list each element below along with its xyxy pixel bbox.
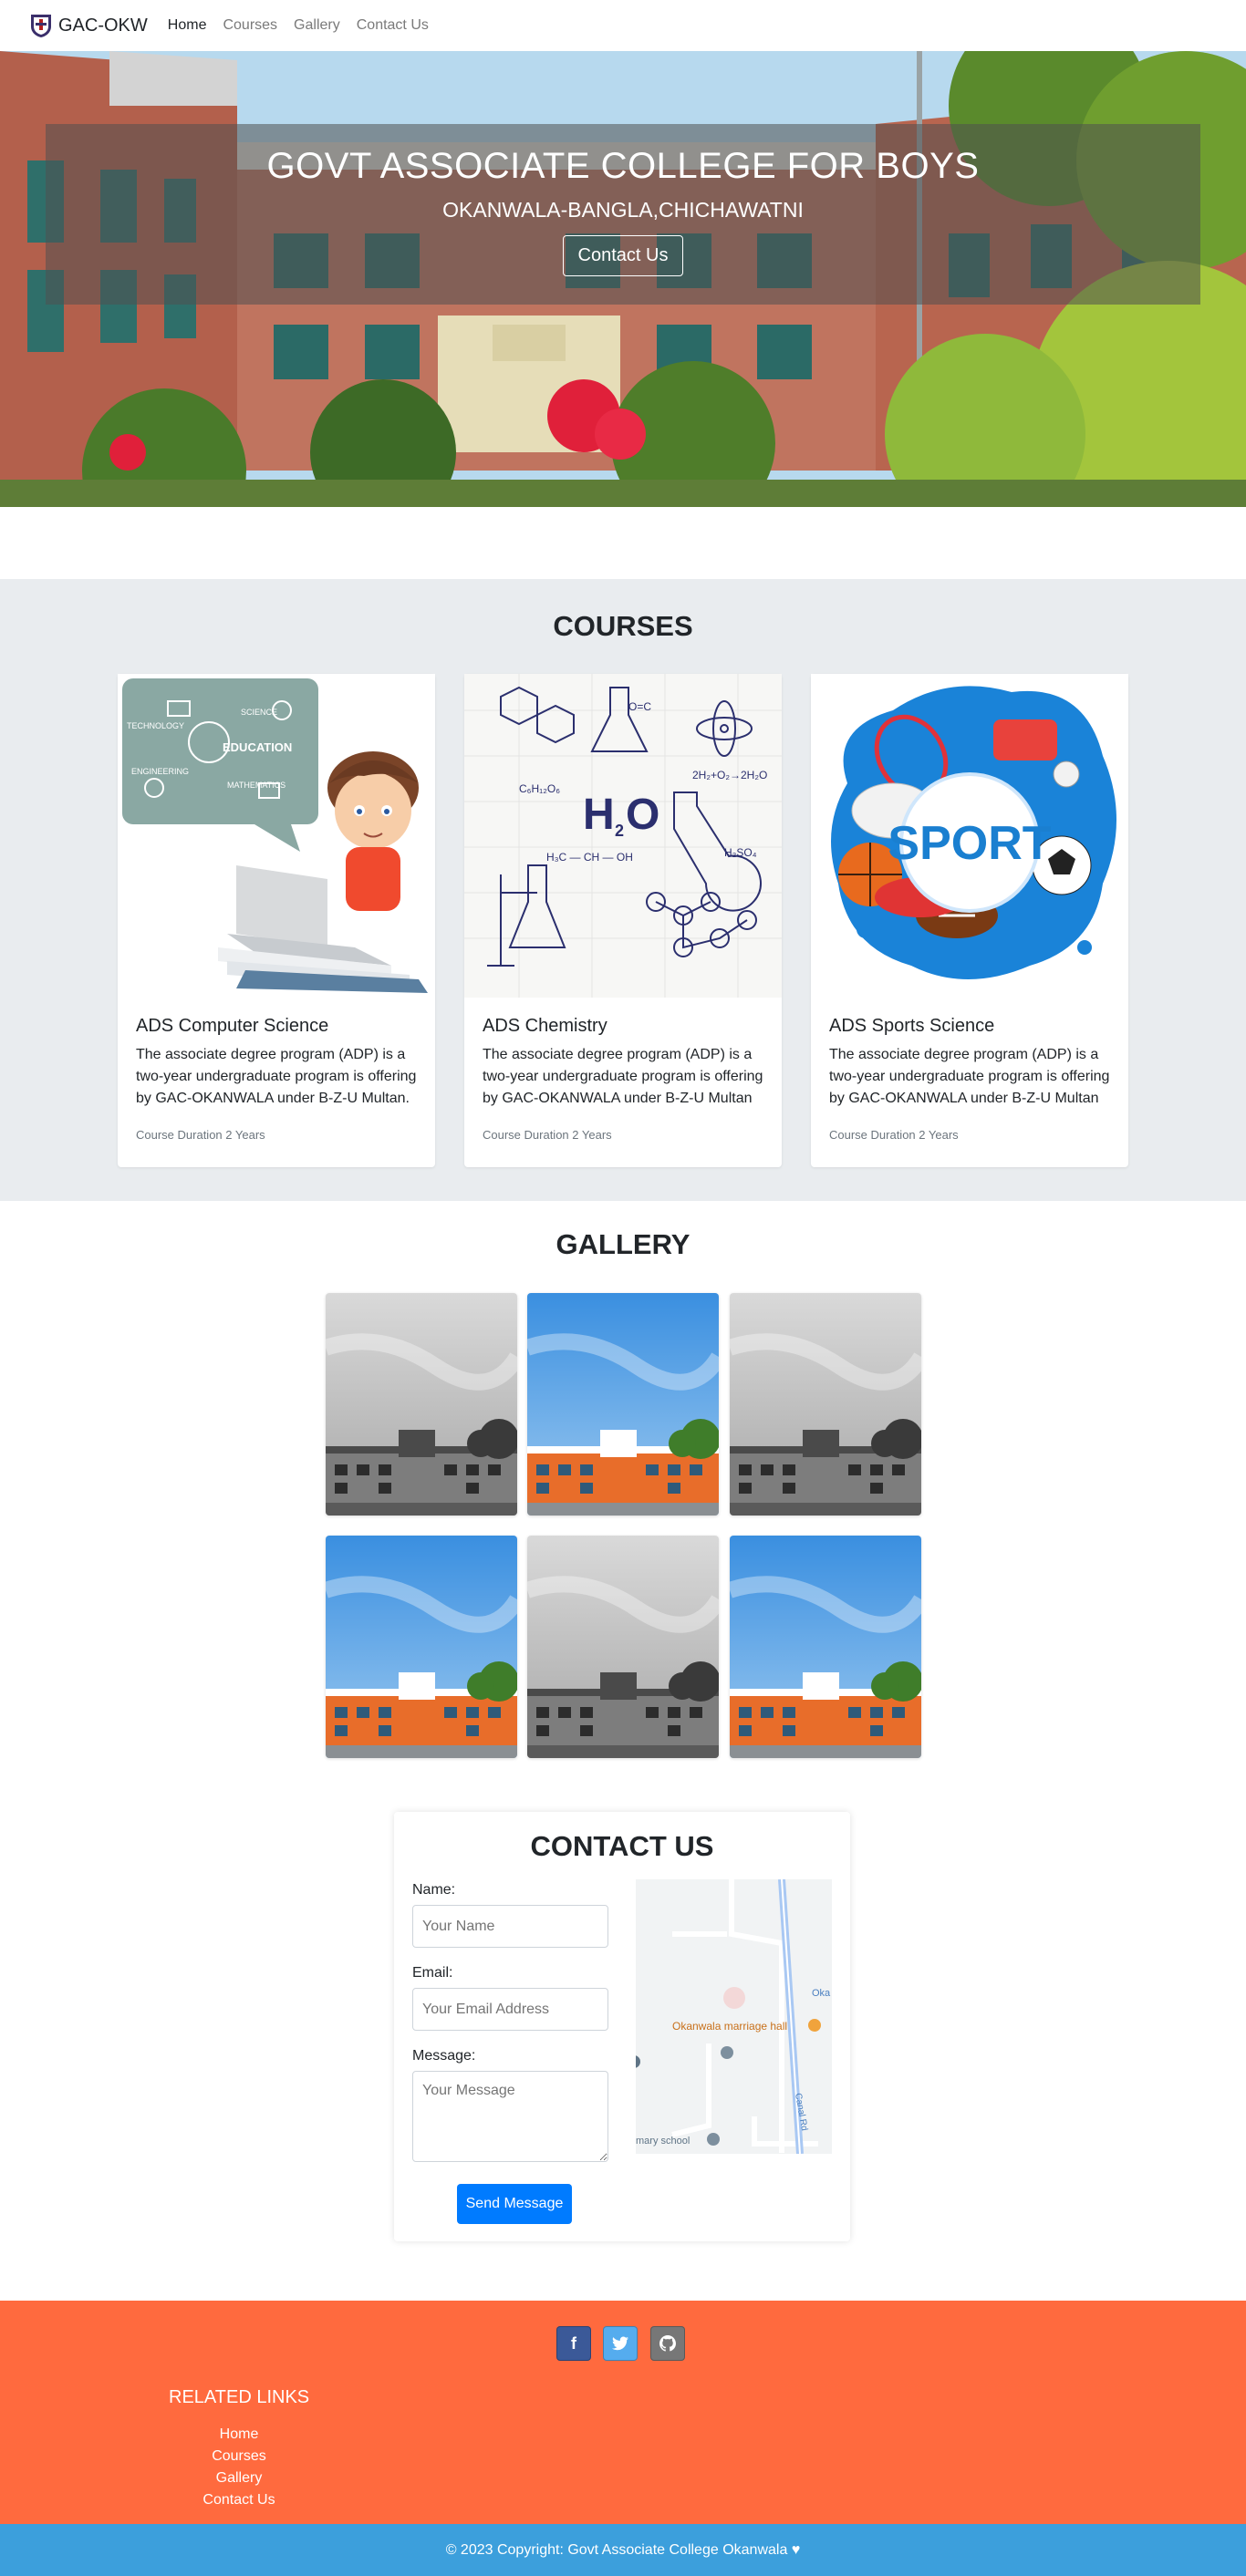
twitter-button[interactable] <box>603 2326 638 2361</box>
github-button[interactable] <box>650 2326 685 2361</box>
hero-banner: GOVT ASSOCIATE COLLEGE FOR BOYS OKANWALA… <box>0 51 1246 507</box>
course-description: The associate degree program (ADP) is a … <box>829 1047 1110 1106</box>
sport-equipment-image: SPORT <box>811 674 1128 998</box>
navbar: GAC-OKW Home Courses Gallery Contact Us <box>0 0 1246 51</box>
svg-text:SCIENCE: SCIENCE <box>241 708 277 717</box>
footer-link-gallery[interactable]: Gallery <box>171 2470 307 2487</box>
message-textarea[interactable] <box>412 2071 608 2162</box>
chemistry-doodle-image: H 2 O C₆H₁₂O₆ 2H₂+O₂→2H₂O H₃C — CH — OH … <box>464 674 782 998</box>
footer-link-courses[interactable]: Courses <box>171 2448 307 2465</box>
hero-subtitle: OKANWALA-BANGLA,CHICHAWATNI <box>442 198 804 222</box>
related-links-title: RELATED LINKS <box>169 2387 310 2407</box>
map-image: Okanwala marriage hall Oka mary school C… <box>636 1879 832 2154</box>
course-description: The associate degree program (ADP) is a … <box>136 1047 417 1106</box>
svg-text:EDUCATION: EDUCATION <box>223 740 292 754</box>
gallery-image[interactable] <box>730 1293 921 1516</box>
course-description: The associate degree program (ADP) is a … <box>483 1047 763 1106</box>
svg-text:TECHNOLOGY: TECHNOLOGY <box>127 721 184 730</box>
send-message-button[interactable]: Send Message <box>457 2184 572 2224</box>
svg-text:C₆H₁₂O₆: C₆H₁₂O₆ <box>519 782 560 795</box>
map-place-label: Okanwala marriage hall <box>672 2020 787 2033</box>
nav-courses[interactable]: Courses <box>223 17 277 34</box>
copyright-bar: © 2023 Copyright: Govt Associate College… <box>0 2524 1246 2576</box>
hero-title: GOVT ASSOCIATE COLLEGE FOR BOYS <box>266 146 980 186</box>
college-logo-icon <box>31 15 51 37</box>
sport-badge-text: SPORT <box>888 817 1051 870</box>
gallery-image[interactable] <box>527 1293 719 1516</box>
svg-text:2H₂+O₂→2H₂O: 2H₂+O₂→2H₂O <box>692 769 767 781</box>
contact-title: CONTACT US <box>530 1830 714 1862</box>
facebook-icon: f <box>571 2333 576 2353</box>
name-input[interactable] <box>412 1905 608 1948</box>
nav-home[interactable]: Home <box>168 17 207 34</box>
course-title: ADS Computer Science <box>136 1016 329 1036</box>
svg-text:H₂SO₄: H₂SO₄ <box>724 846 757 859</box>
footer-link-home[interactable]: Home <box>171 2426 307 2443</box>
course-card-computer-science[interactable]: TECHNOLOGY SCIENCE EDUCATION ENGINEERING… <box>118 674 435 1167</box>
name-label: Name: <box>412 1882 456 1898</box>
svg-text:2: 2 <box>615 822 624 840</box>
nav-gallery[interactable]: Gallery <box>294 17 340 34</box>
gallery-title: GALLERY <box>556 1228 690 1260</box>
brand-name: GAC-OKW <box>58 15 148 36</box>
svg-text:O: O <box>626 791 659 839</box>
svg-text:O=C: O=C <box>628 700 651 713</box>
gallery-image[interactable] <box>326 1293 517 1516</box>
hero-overlay: GOVT ASSOCIATE COLLEGE FOR BOYS OKANWALA… <box>46 124 1200 305</box>
email-label: Email: <box>412 1965 453 1981</box>
svg-text:MATHEMATICS: MATHEMATICS <box>227 781 286 790</box>
gallery-image[interactable] <box>730 1536 921 1758</box>
svg-text:H₃C — CH — OH: H₃C — CH — OH <box>546 851 633 864</box>
facebook-button[interactable]: f <box>556 2326 591 2361</box>
courses-section: COURSES TECHNOLOGY SCIENCE EDUCATION ENG… <box>0 579 1246 1201</box>
gallery-image[interactable] <box>326 1536 517 1758</box>
message-label: Message: <box>412 2048 476 2064</box>
course-duration: Course Duration 2 Years <box>136 1128 265 1142</box>
email-input[interactable] <box>412 1988 608 2031</box>
svg-text:H: H <box>583 791 615 839</box>
course-card-sports-science[interactable]: SPORT ADS Sports Science The associate d… <box>811 674 1128 1167</box>
courses-title: COURSES <box>553 610 693 642</box>
course-title: ADS Sports Science <box>829 1016 995 1036</box>
course-duration: Course Duration 2 Years <box>483 1128 612 1142</box>
brand[interactable]: GAC-OKW <box>27 12 148 39</box>
course-card-chemistry[interactable]: H 2 O C₆H₁₂O₆ 2H₂+O₂→2H₂O H₃C — CH — OH … <box>464 674 782 1167</box>
hero-contact-button[interactable]: Contact Us <box>562 235 684 276</box>
footer-link-contact[interactable]: Contact Us <box>171 2492 307 2509</box>
course-title: ADS Chemistry <box>483 1016 607 1036</box>
stem-education-image: TECHNOLOGY SCIENCE EDUCATION ENGINEERING… <box>118 674 435 998</box>
map-school-label: mary school <box>636 2136 690 2147</box>
footer: f RELATED LINKS Home Courses Gallery Con… <box>0 2301 1246 2524</box>
location-map[interactable]: Okanwala marriage hall Oka mary school C… <box>636 1879 832 2154</box>
course-duration: Course Duration 2 Years <box>829 1128 959 1142</box>
svg-text:ENGINEERING: ENGINEERING <box>131 767 189 776</box>
map-edge-label: Oka <box>812 1988 831 1999</box>
nav-contact[interactable]: Contact Us <box>357 17 429 34</box>
gallery-image[interactable] <box>527 1536 719 1758</box>
gallery-section: GALLERY <box>0 1201 1246 1785</box>
contact-section: CONTACT US Name: Email: Message: Okanwal… <box>394 1812 850 2241</box>
twitter-icon <box>612 2336 628 2351</box>
github-icon <box>659 2335 676 2352</box>
